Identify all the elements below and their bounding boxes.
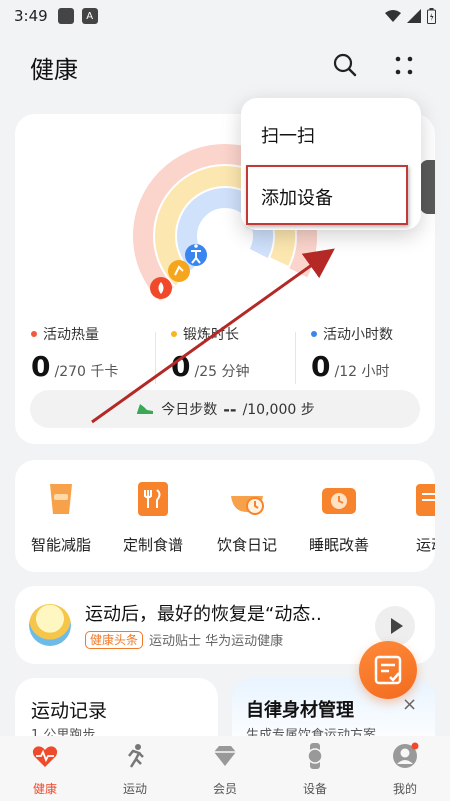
battery-icon <box>427 8 436 24</box>
exercise-icon <box>416 484 435 516</box>
watch-icon <box>307 743 323 769</box>
tool-sleep[interactable]: 睡眠改善 <box>299 480 379 555</box>
tool-label: 定制食谱 <box>122 536 183 554</box>
metric-label: 活动小时数 <box>323 327 393 343</box>
tool-exercise[interactable]: 运动 <box>391 480 435 555</box>
metrics-row: 活动热量 0/270 千卡 锻炼时长 0/25 分钟 活动小时数 0/12 小时 <box>15 324 435 394</box>
metric-label: 活动热量 <box>43 327 99 343</box>
nav-member[interactable]: 会员 <box>180 736 270 801</box>
status-bar: 3:49 A <box>0 0 450 32</box>
tool-label: 饮食日记 <box>216 536 277 554</box>
nav-label: 健康 <box>32 782 57 796</box>
metric-active-hours: 活动小时数 0/12 小时 <box>295 324 435 394</box>
record-title: 运动记录 <box>31 700 108 722</box>
status-time: 3:49 <box>14 7 48 25</box>
checklist-fab[interactable] <box>359 641 417 699</box>
notification-icon <box>57 8 74 24</box>
tool-label: 睡眠改善 <box>308 536 369 554</box>
metric-calories: 活动热量 0/270 千卡 <box>15 324 155 394</box>
fat-loss-icon <box>50 484 72 514</box>
news-source: 运动贴士 华为运动健康 <box>149 634 284 649</box>
tool-diet-diary[interactable]: 饮食日记 <box>207 480 287 555</box>
nav-label: 设备 <box>302 782 327 796</box>
diamond-icon <box>214 746 236 766</box>
signal-icon <box>407 9 421 23</box>
play-button[interactable] <box>375 606 415 646</box>
play-icon <box>391 618 403 634</box>
sleep-icon <box>322 488 356 514</box>
nav-health[interactable]: 健康 <box>0 736 90 801</box>
metric-label: 锻炼时长 <box>183 327 239 343</box>
tool-fat-loss[interactable]: 智能减脂 <box>21 480 101 555</box>
hours-dot <box>311 331 317 337</box>
recipe-icon <box>138 482 168 516</box>
highlight-box <box>246 165 408 225</box>
steps-bar[interactable]: 今日步数 -- /10,000 步 <box>30 390 420 428</box>
menu-item-scan[interactable]: 扫一扫 <box>261 122 315 148</box>
health-icon <box>32 746 58 767</box>
metric-exercise: 锻炼时长 0/25 分钟 <box>155 324 295 394</box>
steps-value: -- <box>223 399 237 419</box>
news-thumbnail <box>29 604 71 646</box>
shoe-icon <box>137 404 154 414</box>
search-icon[interactable] <box>332 52 358 78</box>
more-icon[interactable] <box>390 52 418 80</box>
metric-value: 0 <box>311 350 331 383</box>
bottom-nav: 健康 运动 会员 设备 我的 <box>0 736 450 801</box>
steps-label: 今日步数 <box>161 402 218 418</box>
nav-label: 会员 <box>212 782 237 796</box>
tool-label: 运动 <box>415 536 435 554</box>
steps-goal: /10,000 步 <box>242 402 315 418</box>
running-icon <box>128 744 144 768</box>
nav-label: 我的 <box>392 782 417 796</box>
tools-card: 智能减脂 定制食谱 饮食日记 睡眠改善 运动 <box>15 460 435 572</box>
calories-dot <box>31 331 37 337</box>
side-tab[interactable] <box>420 160 435 214</box>
metric-value: 0 <box>31 350 51 383</box>
nav-device[interactable]: 设备 <box>270 736 360 801</box>
metric-unit: /25 分钟 <box>194 364 250 380</box>
nav-me[interactable]: 我的 <box>360 736 450 801</box>
tool-label: 智能减脂 <box>30 536 91 554</box>
metric-unit: /270 千卡 <box>54 364 119 380</box>
diet-diary-icon <box>231 496 264 515</box>
news-badge: 健康头条 <box>85 630 144 649</box>
a-icon: A <box>81 8 98 24</box>
wifi-icon <box>385 10 401 22</box>
exercise-dot <box>171 331 177 337</box>
app-header: 健康 <box>0 44 450 88</box>
checklist-icon <box>374 655 402 685</box>
metric-unit: /12 小时 <box>334 364 390 380</box>
tool-recipe[interactable]: 定制食谱 <box>113 480 193 555</box>
news-title: 运动后，最好的恢复是“动态.. <box>85 604 322 625</box>
news-meta: 健康头条 运动贴士 华为运动健康 <box>85 630 283 649</box>
nav-label: 运动 <box>122 782 147 796</box>
avatar-icon <box>393 742 419 768</box>
plan-title: 自律身材管理 <box>246 700 354 721</box>
metric-value: 0 <box>171 350 191 383</box>
page-title: 健康 <box>30 56 78 84</box>
nav-exercise[interactable]: 运动 <box>90 736 180 801</box>
